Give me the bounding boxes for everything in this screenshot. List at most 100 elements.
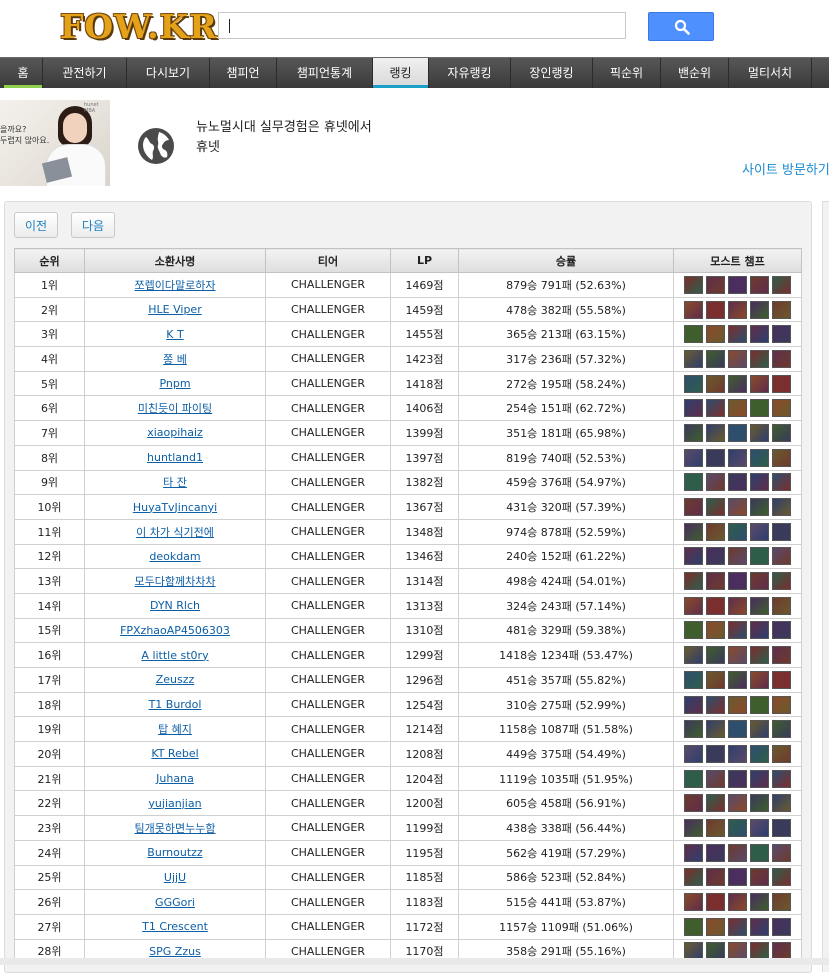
champion-icon[interactable] — [728, 374, 747, 393]
champion-icon[interactable] — [750, 621, 769, 640]
champion-icon[interactable] — [728, 917, 747, 936]
champion-icon[interactable] — [750, 893, 769, 912]
champion-icon[interactable] — [684, 349, 703, 368]
champion-icon[interactable] — [772, 720, 791, 739]
champion-icon[interactable] — [772, 572, 791, 591]
horizontal-scrollbar[interactable] — [0, 958, 829, 965]
champion-icon[interactable] — [772, 744, 791, 763]
summoner-link[interactable]: KT Rebel — [151, 747, 198, 760]
champion-icon[interactable] — [684, 572, 703, 591]
champion-icon[interactable] — [706, 843, 725, 862]
champion-icon[interactable] — [750, 275, 769, 294]
champion-icon[interactable] — [772, 769, 791, 788]
champion-icon[interactable] — [750, 399, 769, 418]
champion-icon[interactable] — [684, 325, 703, 344]
champion-icon[interactable] — [728, 695, 747, 714]
champion-icon[interactable] — [728, 843, 747, 862]
champion-icon[interactable] — [706, 695, 725, 714]
champion-icon[interactable] — [772, 448, 791, 467]
champion-icon[interactable] — [772, 818, 791, 837]
summoner-link[interactable]: FPXzhaoAP4506303 — [120, 624, 230, 637]
champion-icon[interactable] — [684, 794, 703, 813]
champion-icon[interactable] — [728, 300, 747, 319]
champion-icon[interactable] — [728, 744, 747, 763]
champion-icon[interactable] — [772, 893, 791, 912]
prev-page-button[interactable]: 이전 — [14, 212, 59, 238]
champion-icon[interactable] — [750, 695, 769, 714]
champion-icon[interactable] — [772, 300, 791, 319]
summoner-link[interactable]: SPG Zzus — [149, 945, 201, 958]
champion-icon[interactable] — [706, 917, 725, 936]
summoner-link[interactable]: deokdam — [149, 550, 200, 563]
ad-visit-link[interactable]: 사이트 방문하기 — [742, 159, 829, 178]
nav-mastery-ranking[interactable]: 장인랭킹 — [511, 58, 593, 88]
summoner-link[interactable]: A little st0ry — [141, 649, 208, 662]
champion-icon[interactable] — [684, 498, 703, 517]
champion-icon[interactable] — [706, 893, 725, 912]
champion-icon[interactable] — [772, 547, 791, 566]
champion-icon[interactable] — [728, 646, 747, 665]
champion-icon[interactable] — [750, 498, 769, 517]
champion-icon[interactable] — [750, 349, 769, 368]
champion-icon[interactable] — [684, 300, 703, 319]
champion-icon[interactable] — [772, 917, 791, 936]
champion-icon[interactable] — [772, 695, 791, 714]
champion-icon[interactable] — [706, 596, 725, 615]
champion-icon[interactable] — [772, 868, 791, 887]
summoner-link[interactable]: 팀개못하면누누함 — [135, 822, 216, 835]
summoner-link[interactable]: K T — [166, 328, 183, 341]
champion-icon[interactable] — [750, 868, 769, 887]
nav-champion[interactable]: 챔피언 — [210, 58, 277, 88]
summoner-link[interactable]: T1 Burdol — [149, 698, 202, 711]
champion-icon[interactable] — [728, 720, 747, 739]
champion-icon[interactable] — [750, 522, 769, 541]
champion-icon[interactable] — [684, 423, 703, 442]
champion-icon[interactable] — [772, 275, 791, 294]
champion-icon[interactable] — [728, 794, 747, 813]
summoner-link[interactable]: 미친듯이 파이팅 — [138, 402, 212, 415]
nav-home[interactable]: 홈 — [4, 58, 43, 88]
champion-icon[interactable] — [750, 917, 769, 936]
champion-icon[interactable] — [706, 794, 725, 813]
champion-icon[interactable] — [706, 275, 725, 294]
champion-icon[interactable] — [684, 695, 703, 714]
champion-icon[interactable] — [684, 646, 703, 665]
champion-icon[interactable] — [706, 423, 725, 442]
champion-icon[interactable] — [728, 893, 747, 912]
champion-icon[interactable] — [684, 744, 703, 763]
summoner-link[interactable]: UjjU — [164, 871, 186, 884]
next-page-button[interactable]: 다음 — [71, 212, 116, 238]
nav-spectate[interactable]: 관전하기 — [43, 58, 127, 88]
champion-icon[interactable] — [706, 498, 725, 517]
summoner-link[interactable]: Zeuszz — [156, 673, 195, 686]
champion-icon[interactable] — [772, 325, 791, 344]
champion-icon[interactable] — [706, 374, 725, 393]
champion-icon[interactable] — [728, 868, 747, 887]
champion-icon[interactable] — [684, 275, 703, 294]
champion-icon[interactable] — [706, 818, 725, 837]
champion-icon[interactable] — [706, 325, 725, 344]
champion-icon[interactable] — [706, 448, 725, 467]
nav-champion-stats[interactable]: 챔피언통계 — [277, 58, 373, 88]
champion-icon[interactable] — [728, 670, 747, 689]
champion-icon[interactable] — [750, 423, 769, 442]
champion-icon[interactable] — [684, 868, 703, 887]
summoner-link[interactable]: HLE Viper — [148, 303, 201, 316]
champion-icon[interactable] — [750, 670, 769, 689]
champion-icon[interactable] — [706, 670, 725, 689]
champion-icon[interactable] — [728, 769, 747, 788]
champion-icon[interactable] — [684, 621, 703, 640]
champion-icon[interactable] — [706, 769, 725, 788]
summoner-link[interactable]: GGGori — [155, 896, 195, 909]
champion-icon[interactable] — [772, 522, 791, 541]
champion-icon[interactable] — [728, 818, 747, 837]
summoner-link[interactable]: T1 Crescent — [142, 920, 208, 933]
summoner-link[interactable]: 타 잔 — [163, 476, 187, 489]
summoner-link[interactable]: 이 차가 식기전에 — [136, 526, 214, 539]
summoner-link[interactable]: Burnoutzz — [147, 846, 202, 859]
champion-icon[interactable] — [684, 917, 703, 936]
summoner-link[interactable]: Juhana — [156, 772, 194, 785]
champion-icon[interactable] — [728, 473, 747, 492]
ad-photo[interactable]: 을까요? 두렵지 않아요. hunet MBA — [0, 100, 110, 186]
nav-pick-rate[interactable]: 픽순위 — [593, 58, 661, 88]
